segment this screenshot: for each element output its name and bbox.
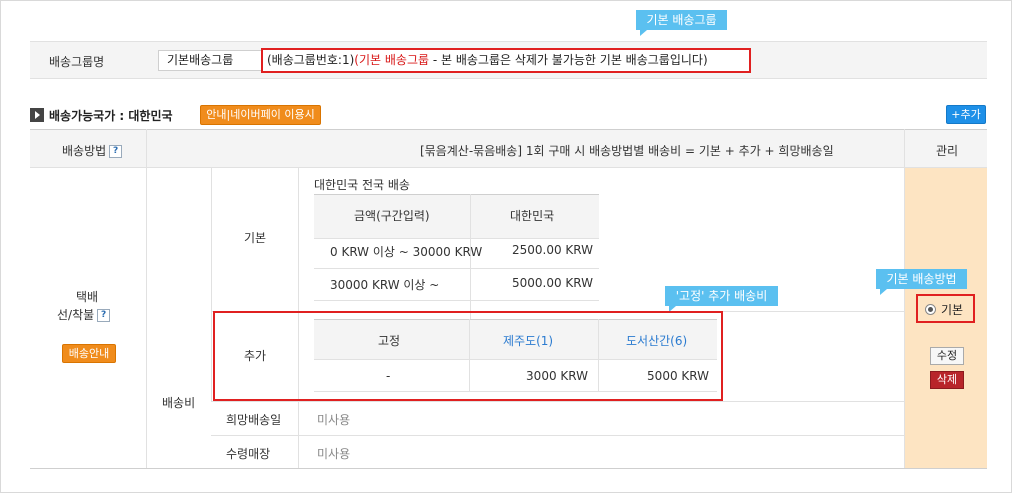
divider xyxy=(211,401,905,402)
pickup-store-value: 미사용 xyxy=(317,447,351,461)
divider xyxy=(211,168,212,401)
table-cell: 0 KRW 이상 ~ 30000 KRW xyxy=(330,245,483,259)
table-cell: 2500.00 KRW xyxy=(511,243,593,257)
shipping-settings-page: 기본 배송그룹 배송그룹명 기본배송그룹 (배송그룹번호:1)(기본 배송그룹 … xyxy=(0,0,1012,493)
method-name-line1: 택배 xyxy=(76,290,99,304)
pickup-store-label: 수령매장 xyxy=(226,447,271,461)
table-header: 고정 xyxy=(378,334,401,348)
table-header: 금액(구간입력) xyxy=(354,209,430,223)
table-cell: 5000 KRW xyxy=(647,369,709,383)
table-cell: - xyxy=(386,369,391,383)
manage-header: 관리 xyxy=(936,144,959,158)
help-icon[interactable]: ? xyxy=(109,145,123,158)
group-number-note: (배송그룹번호:1)(기본 배송그룹 - 본 배송그룹은 삭제가 불가능한 기본… xyxy=(261,48,751,73)
table-cell: 30000 KRW 이상 ~ xyxy=(330,278,440,292)
formula-header: [묶음계산-묶음배송] 1회 구매 시 배송방법별 배송비 = 기본 + 추가 … xyxy=(420,144,834,158)
divider xyxy=(904,129,905,469)
table-header-row: 배송방법? [묶음계산-묶음배송] 1회 구매 시 배송방법별 배송비 = 기본… xyxy=(30,129,987,168)
table-cell: 3000 KRW xyxy=(526,369,588,383)
divider xyxy=(314,238,599,239)
table-cell: 5000.00 KRW xyxy=(511,276,593,290)
fixed-extra-callout: '고정' 추가 배송비 xyxy=(665,286,778,312)
divider xyxy=(211,435,905,436)
default-group-label: (기본 배송그룹 xyxy=(354,53,430,67)
extra-fee-label: 추가 xyxy=(244,349,267,363)
default-group-callout: 기본 배송그룹 xyxy=(636,10,727,36)
divider xyxy=(30,468,987,469)
group-name-label: 배송그룹명 xyxy=(49,55,105,69)
shipping-group-row: 배송그룹명 기본배송그룹 (배송그룹번호:1)(기본 배송그룹 - 본 배송그룹… xyxy=(30,41,987,79)
edit-button[interactable]: 수정 xyxy=(930,347,964,365)
table-header: 대한민국 xyxy=(510,209,555,223)
method-name-line2: 선/착불? xyxy=(57,306,111,323)
divider xyxy=(314,359,717,360)
radio-selected-icon[interactable] xyxy=(925,304,936,315)
method-header-label: 배송방법 xyxy=(62,144,107,158)
table-header-link[interactable]: 도서산간(6) xyxy=(626,332,687,349)
arrow-right-icon xyxy=(30,108,44,122)
method-name-line2-label: 선/착불 xyxy=(57,308,95,322)
divider xyxy=(314,268,599,269)
default-method-callout: 기본 배송방법 xyxy=(876,269,967,295)
group-note-text: - 본 배송그룹은 삭제가 불가능한 기본 배송그룹입니다) xyxy=(429,53,708,67)
delete-button[interactable]: 삭제 xyxy=(930,371,964,389)
wish-day-value: 미사용 xyxy=(317,413,351,427)
section-title: 배송가능국가 : 대한민국 xyxy=(49,109,173,123)
default-method-radio-label: 기본 xyxy=(941,303,964,317)
help-icon[interactable]: ? xyxy=(97,309,111,322)
group-number: (배송그룹번호:1) xyxy=(267,53,355,67)
add-country-button[interactable]: +추가 xyxy=(946,105,986,124)
naverpay-guide-button[interactable]: 안내|네이버페이 이용시 xyxy=(200,105,321,125)
divider xyxy=(314,391,717,392)
divider xyxy=(146,129,147,469)
shipping-guide-button[interactable]: 배송안내 xyxy=(62,344,116,363)
shipping-fee-label: 배송비 xyxy=(162,396,196,410)
basic-fee-label: 기본 xyxy=(244,231,267,245)
wish-day-label: 희망배송일 xyxy=(226,413,282,427)
divider xyxy=(314,300,599,301)
basic-fee-title: 대한민국 전국 배송 xyxy=(314,178,410,192)
table-header-link[interactable]: 제주도(1) xyxy=(503,332,553,349)
divider xyxy=(470,194,471,326)
group-name-field[interactable]: 기본배송그룹 xyxy=(158,50,265,71)
default-method-radio[interactable]: 기본 xyxy=(916,294,975,323)
method-header: 배송방법? xyxy=(62,142,123,159)
